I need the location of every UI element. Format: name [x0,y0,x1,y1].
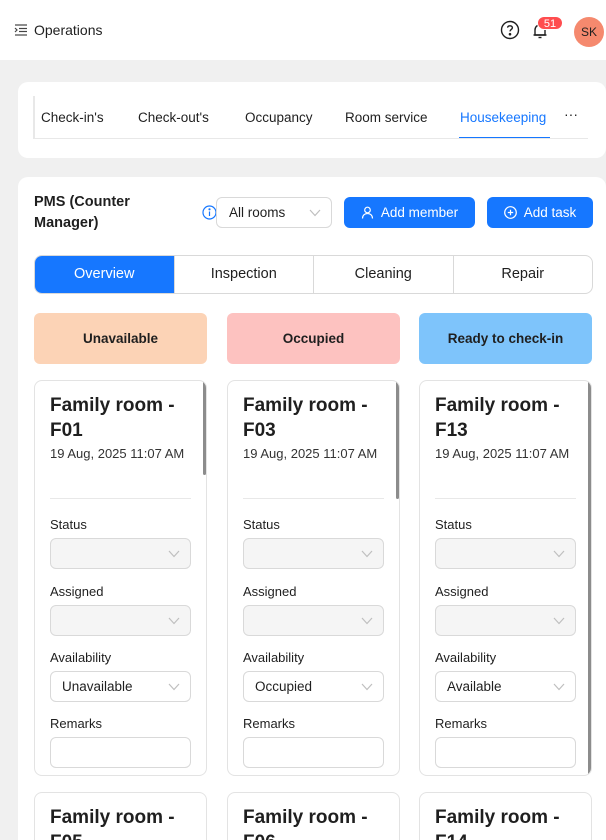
availability-value: Available [447,679,502,694]
column-header-occupied: Occupied [227,313,400,364]
add-task-label: Add task [523,205,577,220]
plus-circle-icon [503,206,517,219]
divider [435,498,576,499]
availability-select[interactable]: Occupied [243,671,384,702]
room-card-f05: Family room - F05 [34,792,207,840]
chevron-down-icon [168,617,180,625]
notification-count-badge: 51 [537,16,563,30]
module-tabs-card: Check-in's Check-out's Occupancy Room se… [18,82,606,158]
card-scrollbar[interactable] [396,381,399,499]
chevron-down-icon [168,683,180,691]
card-scrollbar[interactable] [203,381,206,475]
availability-label: Availability [243,650,305,665]
room-date: 19 Aug, 2025 11:07 AM [435,446,570,461]
tab-occupancy[interactable]: Occupancy [245,110,313,125]
user-icon [361,206,373,219]
room-date: 19 Aug, 2025 11:07 AM [243,446,378,461]
rooms-filter-select[interactable]: All rooms [216,197,332,228]
more-tabs-button[interactable]: ··· [564,106,578,122]
status-select[interactable] [243,538,384,569]
availability-label: Availability [50,650,112,665]
room-card-f06: Family room - F06 [227,792,400,840]
chevron-down-icon [309,209,321,216]
rooms-filter-value: All rooms [229,205,286,220]
segment-overview[interactable]: Overview [35,256,174,293]
add-task-button[interactable]: Add task [487,197,593,228]
tabs-scroll-edge [33,96,35,138]
status-label: Status [435,517,472,532]
view-segmented-control: Overview Inspection Cleaning Repair [34,255,593,294]
availability-select[interactable]: Unavailable [50,671,191,702]
remarks-input[interactable] [50,737,191,768]
room-card-f01: Family room - F01 19 Aug, 2025 11:07 AM … [34,380,207,776]
chevron-down-icon [553,617,565,625]
segment-cleaning[interactable]: Cleaning [313,256,453,293]
chevron-down-icon [553,683,565,691]
assigned-label: Assigned [435,584,489,599]
room-title: Family room - F13 [435,395,560,441]
chevron-down-icon [361,617,373,625]
tab-check-outs[interactable]: Check-out's [138,110,209,125]
notifications-button[interactable]: 51 [528,16,563,44]
card-scrollbar[interactable] [588,381,591,775]
availability-value: Unavailable [62,679,133,694]
assigned-select[interactable] [243,605,384,636]
status-label: Status [243,517,280,532]
top-bar: Operations 51 SK [0,0,606,60]
tabs-divider [33,138,588,139]
assigned-select[interactable] [50,605,191,636]
info-icon[interactable] [202,205,217,220]
tab-housekeeping[interactable]: Housekeeping [460,110,546,125]
status-label: Status [50,517,87,532]
add-member-button[interactable]: Add member [344,197,475,228]
status-select[interactable] [435,538,576,569]
chevron-down-icon [361,683,373,691]
add-member-label: Add member [380,205,459,220]
status-select[interactable] [50,538,191,569]
column-header-ready-to-check-in: Ready to check-in [419,313,592,364]
availability-label: Availability [435,650,497,665]
page-title: PMS (Counter Manager) [34,194,130,231]
avatar[interactable]: SK [574,17,604,47]
remarks-label: Remarks [435,716,488,731]
room-title: Family room - F14 [435,807,560,840]
tab-room-service[interactable]: Room service [345,110,428,125]
chevron-down-icon [361,550,373,558]
divider [243,498,384,499]
operations-menu-button[interactable]: Operations [14,22,102,38]
assigned-select[interactable] [435,605,576,636]
room-card-f03: Family room - F03 19 Aug, 2025 11:07 AM … [227,380,400,776]
remarks-label: Remarks [243,716,296,731]
room-card-f14: Family room - F14 [419,792,592,840]
segment-inspection[interactable]: Inspection [173,256,314,293]
availability-value: Occupied [255,679,313,694]
divider [50,498,191,499]
remarks-input[interactable] [243,737,384,768]
chevron-down-icon [168,550,180,558]
room-title: Family room - F05 [50,807,175,840]
remarks-label: Remarks [50,716,103,731]
menu-indent-icon [14,24,27,36]
remarks-input[interactable] [435,737,576,768]
availability-select[interactable]: Available [435,671,576,702]
column-header-unavailable: Unavailable [34,313,207,364]
operations-label: Operations [34,22,103,38]
room-title: Family room - F03 [243,395,368,441]
assigned-label: Assigned [50,584,104,599]
room-date: 19 Aug, 2025 11:07 AM [50,446,185,461]
assigned-label: Assigned [243,584,297,599]
room-card-f13: Family room - F13 19 Aug, 2025 11:07 AM … [419,380,592,776]
chevron-down-icon [553,550,565,558]
tab-check-ins[interactable]: Check-in's [41,110,104,125]
room-title: Family room - F06 [243,807,368,840]
room-title: Family room - F01 [50,395,175,441]
housekeeping-panel: PMS (Counter Manager) All rooms Add memb… [18,177,606,840]
segment-repair[interactable]: Repair [452,256,593,293]
help-icon[interactable] [500,20,520,40]
